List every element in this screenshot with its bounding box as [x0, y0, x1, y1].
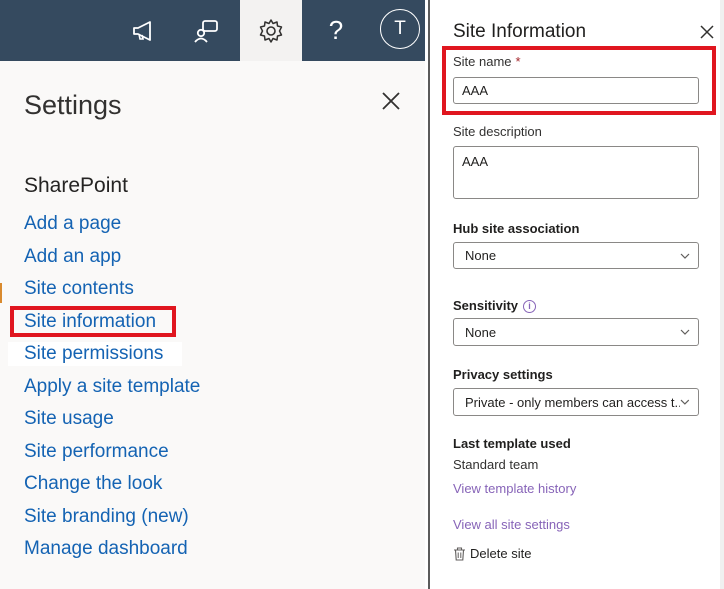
- info-icon[interactable]: i: [523, 300, 537, 313]
- sensitivity-label: Sensitivity i: [453, 298, 537, 313]
- sensitivity-value: None: [465, 324, 497, 340]
- scrollbar[interactable]: [720, 0, 724, 589]
- site-information-panel: Site Information Site name * AAA Site des…: [430, 0, 724, 589]
- sensitivity-label-text: Sensitivity: [453, 298, 519, 313]
- settings-title: Settings: [24, 90, 122, 120]
- sensitivity-dropdown[interactable]: None: [453, 318, 699, 346]
- highlight-box-site-information: [10, 306, 176, 337]
- link-site-contents[interactable]: Site contents: [24, 276, 200, 309]
- help-icon-glyph: ?: [328, 15, 344, 45]
- chevron-down-icon: [680, 253, 690, 259]
- trash-icon: [454, 546, 465, 561]
- help-icon[interactable]: ?: [305, 0, 367, 61]
- suite-header: ? T: [0, 0, 425, 61]
- link-site-branding[interactable]: Site branding (new): [24, 504, 200, 537]
- panel-close-icon[interactable]: [700, 25, 714, 39]
- settings-pane: ? T Settings SharePoint Add a page Add a…: [0, 0, 425, 589]
- sharepoint-heading: SharePoint: [24, 174, 128, 197]
- avatar-initial: T: [394, 18, 406, 39]
- last-template-value: Standard team: [453, 457, 539, 472]
- chevron-down-icon: [680, 329, 690, 335]
- delete-site-button[interactable]: Delete site: [453, 546, 531, 561]
- highlight-box-site-name: [442, 46, 716, 115]
- link-site-usage[interactable]: Site usage: [24, 406, 200, 439]
- site-description-label: Site description: [453, 124, 542, 139]
- link-add-page[interactable]: Add a page: [24, 211, 200, 244]
- avatar[interactable]: T: [380, 9, 420, 49]
- megaphone-icon[interactable]: [113, 0, 175, 61]
- site-description-textarea[interactable]: AAA: [453, 146, 699, 199]
- link-add-app[interactable]: Add an app: [24, 244, 200, 277]
- view-template-history-link[interactable]: View template history: [453, 481, 576, 496]
- close-icon[interactable]: [380, 90, 402, 112]
- settings-link-list: Add a page Add an app Site contents Site…: [24, 211, 200, 569]
- chevron-down-icon: [680, 399, 690, 405]
- hub-site-value: None: [465, 248, 497, 263]
- gear-icon[interactable]: [240, 0, 302, 61]
- privacy-dropdown[interactable]: Private - only members can access t...: [453, 388, 699, 416]
- view-all-site-settings-link[interactable]: View all site settings: [453, 517, 570, 532]
- link-site-permissions[interactable]: Site permissions: [24, 341, 200, 374]
- hub-site-label: Hub site association: [453, 221, 580, 236]
- delete-site-label: Delete site: [470, 546, 532, 561]
- panel-title: Site Information: [453, 21, 587, 42]
- site-description-value: AAA: [462, 154, 489, 169]
- last-template-label: Last template used: [453, 436, 571, 451]
- link-change-look[interactable]: Change the look: [24, 471, 200, 504]
- privacy-value: Private - only members can access t...: [465, 394, 681, 410]
- link-site-performance[interactable]: Site performance: [24, 439, 200, 472]
- link-apply-site-template[interactable]: Apply a site template: [24, 374, 200, 407]
- edge-marker: [0, 283, 2, 303]
- link-manage-dashboard[interactable]: Manage dashboard: [24, 536, 200, 569]
- chat-icon[interactable]: [176, 0, 238, 61]
- hub-site-dropdown[interactable]: None: [453, 242, 699, 269]
- privacy-settings-label: Privacy settings: [453, 367, 553, 382]
